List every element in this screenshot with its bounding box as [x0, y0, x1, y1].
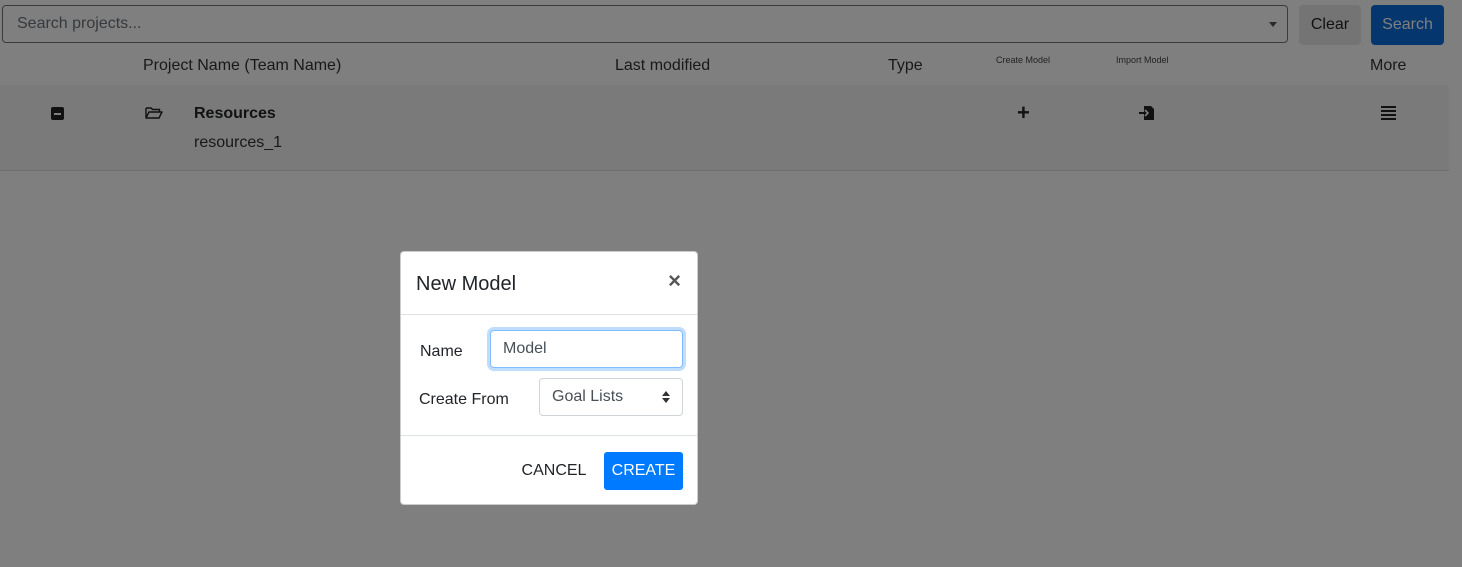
close-icon[interactable]: ×: [668, 270, 681, 292]
cancel-button[interactable]: CANCEL: [514, 452, 594, 490]
page: Clear Search Project Name (Team Name) La…: [0, 0, 1462, 567]
create-from-select[interactable]: Goal Lists: [539, 378, 683, 416]
create-from-label: Create From: [419, 391, 509, 408]
new-model-dialog: New Model × Name Create From Goal Lists …: [400, 251, 698, 505]
modal-backdrop[interactable]: [0, 0, 1462, 567]
name-field[interactable]: [490, 330, 683, 368]
modal-divider: [401, 435, 697, 436]
modal-header: New Model ×: [401, 252, 697, 315]
modal-title: New Model: [416, 273, 517, 295]
create-from-value: Goal Lists: [552, 388, 624, 405]
create-button[interactable]: CREATE: [604, 452, 683, 490]
name-label: Name: [420, 343, 463, 360]
select-arrows-icon: [662, 391, 670, 403]
